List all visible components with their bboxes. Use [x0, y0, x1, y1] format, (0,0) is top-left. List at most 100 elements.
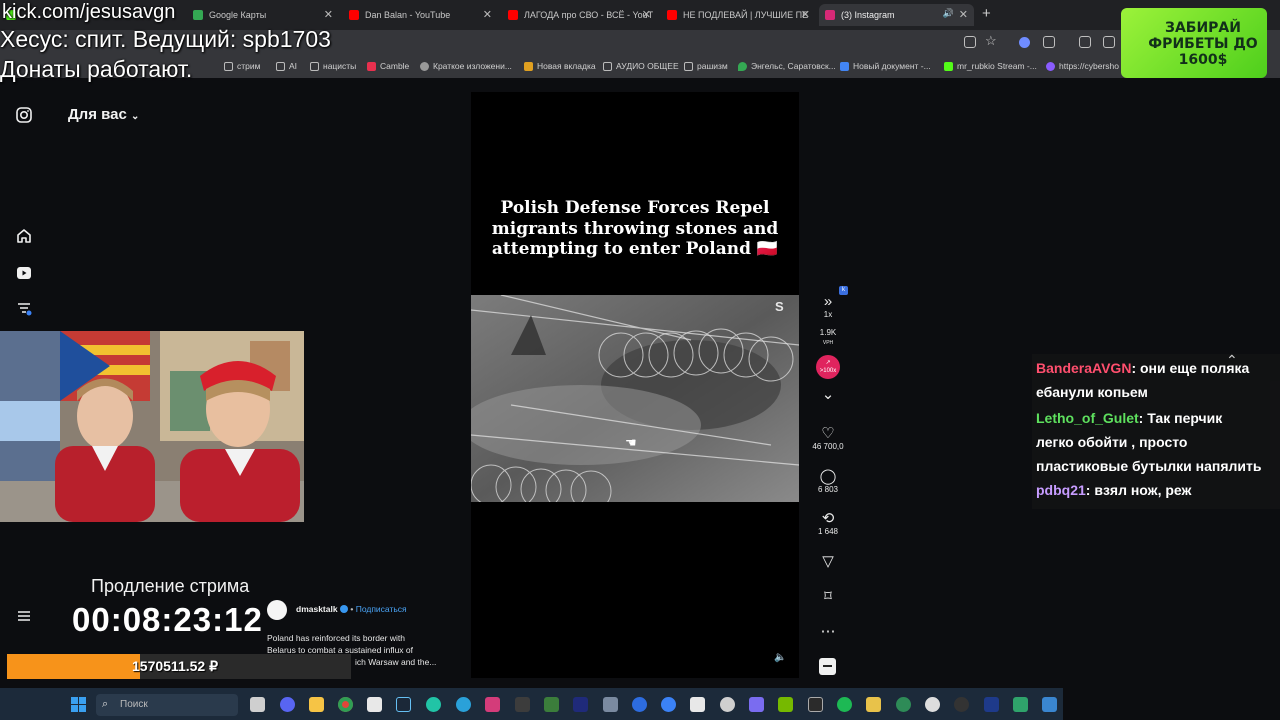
obs-icon[interactable]	[808, 697, 823, 712]
audio-thumbnail[interactable]	[819, 658, 836, 675]
bookmark-item[interactable]: рашизм	[684, 61, 728, 71]
app-icon[interactable]	[896, 697, 911, 712]
tab-lagoda[interactable]: ЛАГОДА про СВО - ВСЁ - YouT ✕	[502, 4, 657, 26]
taskbar-search[interactable]: ⌕ Поиск	[96, 694, 238, 716]
folder-icon	[684, 61, 693, 71]
bookmark-star-icon[interactable]: ☆	[985, 33, 997, 49]
bookmark-item[interactable]: Краткое изложени...	[420, 61, 512, 71]
svg-text:S: S	[775, 299, 784, 314]
more-button[interactable]: ⋯	[808, 624, 848, 640]
close-tab-icon[interactable]: ✕	[801, 8, 810, 21]
document-icon[interactable]	[367, 697, 382, 712]
profile-extension-icon[interactable]	[1019, 37, 1030, 48]
playback-speed-button[interactable]: » 1x	[808, 294, 848, 320]
repost-button[interactable]: ⟲ 1 648	[808, 511, 848, 537]
new-tab-icon[interactable]: +	[982, 5, 991, 22]
comment-button[interactable]: ◯ 6 803	[808, 469, 848, 495]
heart-icon: ♡	[821, 425, 835, 442]
promo-text: ЗАБИРАЙ ФРИБЕТЫ ДО 1600$	[1148, 20, 1258, 68]
app-icon[interactable]	[544, 697, 559, 712]
bookmark-item[interactable]: АУДИО ОБЩЕЕ	[603, 61, 679, 71]
chat-username[interactable]: pdbq21	[1036, 482, 1086, 498]
save-button[interactable]: ⌑	[808, 589, 848, 605]
telegram-icon[interactable]	[456, 697, 471, 712]
author-avatar[interactable]	[267, 600, 287, 620]
author-row: dmasktalk • Подписаться	[296, 604, 407, 614]
steam-icon[interactable]	[396, 697, 411, 712]
extension-timer: 00:08:23:12	[72, 601, 263, 638]
audio-icon[interactable]: 🔊	[943, 8, 954, 19]
app-icon[interactable]	[925, 697, 940, 712]
task-view-icon[interactable]	[250, 697, 265, 712]
vph-unit: VPH	[822, 340, 834, 346]
author-name[interactable]: dmasktalk	[296, 604, 338, 614]
boost-badge[interactable]: ↗ >100x	[816, 355, 840, 379]
app-icon[interactable]	[837, 697, 852, 712]
bookmark-item[interactable]: Энгельс, Саратовск...	[738, 61, 836, 71]
bookmark-item[interactable]: mr_rubkio Stream -...	[944, 61, 1037, 71]
home-icon[interactable]	[16, 228, 32, 244]
discord-icon[interactable]	[280, 697, 295, 712]
follow-button[interactable]: Подписаться	[356, 604, 407, 614]
promo-banner[interactable]: ЗАБИРАЙ ФРИБЕТЫ ДО 1600$	[1121, 8, 1267, 78]
app-icon[interactable]	[573, 697, 588, 712]
bookmark-label: Новый документ -...	[853, 61, 931, 71]
chat-username[interactable]: BanderaAVGN	[1036, 360, 1131, 376]
app-icon[interactable]	[485, 697, 500, 712]
bookmark-item[interactable]: Camble	[367, 61, 409, 71]
instagram-favicon-icon	[825, 10, 835, 20]
grid-icon[interactable]	[1103, 36, 1115, 48]
translate-icon[interactable]	[1079, 36, 1091, 48]
chrome-icon[interactable]	[338, 697, 353, 712]
kick-channel-url: kick.com/jesusavgn	[2, 1, 176, 23]
bookmark-item[interactable]: нацисты	[310, 61, 356, 71]
bookmark-label: https://cybersho	[1059, 61, 1120, 71]
tab-instagram[interactable]: (3) Instagram 🔊 ✕	[819, 4, 974, 26]
install-icon[interactable]	[964, 36, 976, 48]
file-explorer-icon[interactable]	[309, 697, 324, 712]
app-icon[interactable]	[866, 697, 881, 712]
like-button[interactable]: ♡ 46 700,0	[808, 425, 848, 452]
feed-selector[interactable]: Для вас ⌄	[68, 106, 139, 123]
instagram-logo-icon[interactable]	[16, 107, 32, 123]
close-tab-icon[interactable]: ✕	[642, 8, 651, 21]
menu-icon[interactable]	[16, 608, 32, 624]
app-icon[interactable]	[984, 697, 999, 712]
bookmark-item[interactable]: AI	[276, 61, 297, 71]
chatgpt-icon[interactable]	[720, 697, 735, 712]
bookmark-label: AI	[289, 61, 298, 71]
close-tab-icon[interactable]: ✕	[959, 8, 968, 21]
extensions-icon[interactable]	[1043, 36, 1055, 48]
app-icon[interactable]	[632, 697, 647, 712]
app-icon[interactable]	[1013, 697, 1028, 712]
share-button[interactable]: ▽	[808, 554, 848, 570]
feed-filter-icon[interactable]	[16, 300, 32, 316]
expand-button[interactable]: ⌄	[808, 387, 848, 403]
bookmark-item[interactable]: https://cybersho	[1046, 61, 1119, 71]
app-icon[interactable]	[749, 697, 764, 712]
terminal-icon[interactable]	[515, 697, 530, 712]
tab-google-maps[interactable]: Google Карты ✕	[187, 4, 339, 26]
close-tab-icon[interactable]: ✕	[483, 8, 492, 21]
bookmark-item[interactable]: стрим	[224, 61, 260, 71]
app-icon[interactable]	[426, 697, 441, 712]
chat-username[interactable]: Letho_of_Gulet	[1036, 410, 1139, 426]
app-icon[interactable]	[603, 697, 618, 712]
tab-ne-podlevai[interactable]: НЕ ПОДЛЕВАЙ | ЛУЧШИЕ ПЕ ✕	[661, 4, 816, 26]
app-icon[interactable]	[954, 697, 969, 712]
map-pin-icon	[738, 61, 747, 71]
bookmark-item[interactable]: Новый документ -...	[840, 61, 931, 71]
chevron-up-icon[interactable]: ⌃	[1226, 352, 1238, 369]
streamer-webcam	[0, 331, 304, 522]
app-icon[interactable]	[661, 697, 676, 712]
windows-start-icon[interactable]	[71, 697, 86, 712]
app-icon[interactable]	[690, 697, 705, 712]
tab-dan-balan[interactable]: Dan Balan - YouTube ✕	[343, 4, 498, 26]
app-icon[interactable]	[1042, 697, 1057, 712]
bookmark-item[interactable]: Новая вкладка	[524, 61, 596, 71]
close-tab-icon[interactable]: ✕	[324, 8, 333, 21]
nvidia-icon[interactable]	[778, 697, 793, 712]
mute-icon[interactable]: 🔈	[774, 652, 786, 663]
reels-icon[interactable]	[16, 265, 32, 281]
chat-message: BanderaAVGN: они еще поляка	[1032, 356, 1280, 380]
